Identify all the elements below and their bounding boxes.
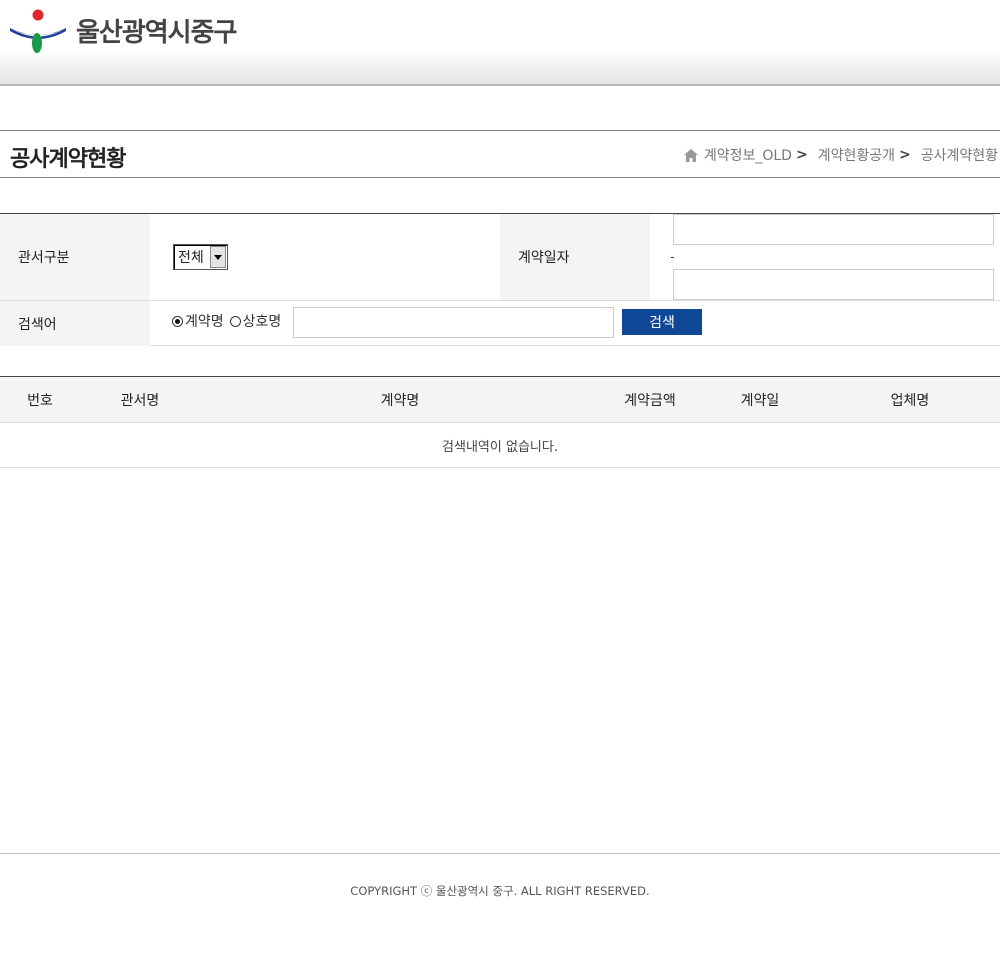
table-header: 번호 관서명 계약명 계약금액 계약일 업체명 [0,377,1000,423]
dept-select[interactable]: 전체 [173,244,228,270]
column-header-company: 업체명 [890,392,930,409]
search-form: 관서구분 전체 계약일자 - 검색어 계약명 상호명 검색 [0,213,1000,346]
column-header-dept: 관서명 [120,392,160,409]
keyword-input[interactable] [293,307,614,338]
row-divider [0,300,1000,301]
dropdown-arrow-icon[interactable] [210,246,226,268]
home-icon[interactable] [683,148,698,162]
site-header: 울산광역시중구 [0,0,1000,86]
search-button[interactable]: 검색 [622,309,702,335]
ulsan-junggu-logo[interactable] [10,9,70,55]
radio-contract-name[interactable] [172,315,183,327]
keyword-label: 검색어 [0,301,150,346]
copyright-text: COPYRIGHT ⓒ 울산광역시 중구. ALL RIGHT RESERVED… [350,884,650,898]
page-title: 공사계약현황 [10,147,126,172]
date-from-input[interactable] [673,214,994,245]
dept-select-value: 전체 [178,250,204,266]
breadcrumb-separator: > [795,147,808,163]
logo-text[interactable]: 울산광역시중구 [76,12,237,49]
site-footer: COPYRIGHT ⓒ 울산광역시 중구. ALL RIGHT RESERVED… [0,853,1000,955]
radio-company-name-label[interactable]: 상호명 [243,311,282,331]
page-title-bar: 공사계약현황 계약정보_OLD > 계약현황공개 > 공사계약현황 [0,130,1000,178]
empty-results-message: 검색내역이 없습니다. [0,423,1000,468]
breadcrumb-item-contract-status[interactable]: 계약현황공개 [818,145,895,165]
breadcrumb-item-construction-contracts[interactable]: 공사계약현황 [921,145,998,165]
dept-label: 관서구분 [0,214,150,300]
date-range-separator: - [670,250,675,265]
logo-emblem-icon [10,9,66,53]
date-label: 계약일자 [500,214,650,300]
column-header-number: 번호 [27,392,53,409]
radio-company-name[interactable] [229,315,241,327]
column-header-contract-date: 계약일 [740,392,780,409]
date-to-input[interactable] [673,269,994,300]
breadcrumb-item-contract-info-old[interactable]: 계약정보_OLD [704,145,792,165]
breadcrumb: 계약정보_OLD > 계약현황공개 > 공사계약현황 [683,145,998,165]
results-table: 번호 관서명 계약명 계약금액 계약일 업체명 검색내역이 없습니다. [0,376,1000,468]
radio-contract-name-label[interactable]: 계약명 [185,311,224,331]
breadcrumb-separator: > [898,147,911,163]
column-header-contract-name: 계약명 [380,392,420,409]
column-header-amount: 계약금액 [624,392,676,409]
search-type-radio-group: 계약명 상호명 [172,311,281,331]
